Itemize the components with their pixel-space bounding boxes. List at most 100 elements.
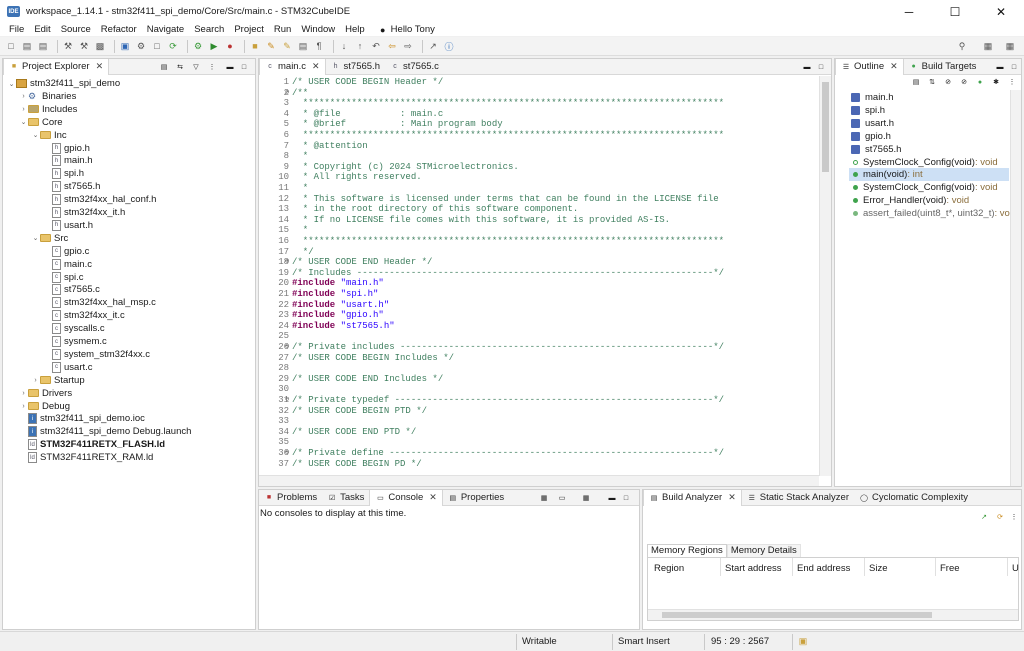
fold-toggle-icon[interactable]: ⊖ <box>285 88 289 97</box>
tree-item[interactable]: ⌄ Src <box>31 232 69 245</box>
tab-memory-details[interactable]: Memory Details <box>726 544 801 557</box>
pilcrow-icon[interactable]: ¶ <box>313 40 325 52</box>
outline-item[interactable]: st7565.h <box>849 143 901 156</box>
outline-scrollbar[interactable] <box>1010 90 1021 486</box>
tab-build-analyzer[interactable]: ▤ Build Analyzer ✕ <box>643 489 742 506</box>
menu-edit[interactable]: Edit <box>29 23 55 36</box>
menu-project[interactable]: Project <box>229 23 269 36</box>
expanded-chevron-icon[interactable]: ⌄ <box>19 118 28 126</box>
col-end-address[interactable]: End address <box>797 563 850 574</box>
collapsed-chevron-icon[interactable]: › <box>19 93 28 100</box>
fold-toggle-icon[interactable]: ⊖ <box>285 448 289 457</box>
hide-static-icon[interactable]: ⊘ <box>959 77 969 87</box>
tree-item[interactable]: h gpio.h <box>43 142 90 155</box>
last-edit-icon[interactable]: ↶ <box>370 40 382 52</box>
tree-item[interactable]: i stm32f411_spi_demo.ioc <box>19 412 145 425</box>
back-icon[interactable]: ⇦ <box>386 40 398 52</box>
tree-item[interactable]: c st7565.c <box>43 283 100 296</box>
tree-item[interactable]: h stm32f4xx_hal_conf.h <box>43 193 156 206</box>
tree-item[interactable]: c system_stm32f4xx.c <box>43 348 150 361</box>
tree-item[interactable]: › ⚙ Binaries <box>19 90 76 103</box>
link-editor-icon[interactable]: ⇆ <box>175 62 185 72</box>
status-insert-mode[interactable]: Smart Insert <box>618 636 670 647</box>
next-annotation-icon[interactable]: ↓ <box>338 40 350 52</box>
export-icon[interactable]: ↗ <box>979 512 989 522</box>
outline-item[interactable]: spi.h <box>849 104 885 117</box>
group-icon[interactable]: ✱ <box>991 77 1001 87</box>
tree-item[interactable]: c sysmem.c <box>43 335 107 348</box>
table-scrollbar[interactable] <box>648 609 1018 620</box>
new-file-icon[interactable]: □ <box>151 40 163 52</box>
tree-item[interactable]: h usart.h <box>43 219 93 232</box>
tree-item[interactable]: c gpio.c <box>43 245 89 258</box>
outline-item[interactable]: usart.h <box>849 117 894 130</box>
menu-search[interactable]: Search <box>189 23 229 36</box>
tree-item[interactable]: ⌄ Inc <box>31 129 67 142</box>
minimize-view-icon[interactable]: ▬ <box>995 62 1005 72</box>
debug-icon[interactable]: ⚙ <box>192 40 204 52</box>
outline-item[interactable]: gpio.h <box>849 130 891 143</box>
fold-toggle-icon[interactable]: ⊖ <box>285 395 289 404</box>
col-start-address[interactable]: Start address <box>725 563 782 574</box>
outline-item[interactable]: main(void) : int <box>849 168 1009 182</box>
tree-item[interactable]: c main.c <box>43 258 92 271</box>
col-used[interactable]: U <box>1012 563 1019 574</box>
tree-item[interactable]: ⌄ Core <box>19 116 63 129</box>
pin-console-icon[interactable]: ▦ <box>539 493 549 503</box>
minimize-view-icon[interactable]: ▬ <box>802 62 812 72</box>
toggle-markers-icon[interactable]: ▤ <box>297 40 309 52</box>
tab-tasks[interactable]: ☑ Tasks <box>322 490 369 506</box>
external-tools-icon[interactable]: ● <box>224 40 236 52</box>
close-button[interactable]: ✕ <box>978 0 1024 23</box>
close-icon[interactable]: ✕ <box>429 492 437 503</box>
collapse-all-icon[interactable]: ▤ <box>159 62 169 72</box>
info-icon[interactable]: ⓘ <box>443 40 455 52</box>
tasks-progress-icon[interactable]: ▣ <box>798 636 808 646</box>
minimize-view-icon[interactable]: ▬ <box>225 62 235 72</box>
maximize-view-icon[interactable]: □ <box>621 493 631 503</box>
outline-item[interactable]: assert_failed(uint8_t*, uint32_t) : void <box>849 207 1017 220</box>
tab-main-c[interactable]: c main.c ✕ <box>259 58 326 75</box>
col-size[interactable]: Size <box>869 563 887 574</box>
tree-item[interactable]: ld STM32F411RETX_FLASH.ld <box>19 438 165 451</box>
scroll-thumb[interactable] <box>822 82 829 172</box>
tab-outline[interactable]: ☰ Outline ✕ <box>835 58 904 75</box>
hide-nonpublic-icon[interactable]: ● <box>975 77 985 87</box>
minimize-button[interactable]: ─ <box>886 0 932 23</box>
fold-toggle-icon[interactable]: ⊖ <box>285 342 289 351</box>
save-icon[interactable]: ▤ <box>21 40 33 52</box>
tree-item[interactable]: h main.h <box>43 154 93 167</box>
open-folder-icon[interactable]: ■ <box>249 40 261 52</box>
tree-item[interactable]: › Startup <box>31 374 84 387</box>
tree-item[interactable]: ⌄ stm32f411_spi_demo <box>7 77 121 90</box>
tree-item[interactable]: c syscalls.c <box>43 322 105 335</box>
outline-item[interactable]: SystemClock_Config(void) : void <box>849 156 998 169</box>
display-console-icon[interactable]: ▭ <box>557 493 567 503</box>
clean-icon[interactable]: ▩ <box>94 40 106 52</box>
menu-refactor[interactable]: Refactor <box>96 23 142 36</box>
maximize-view-icon[interactable]: □ <box>816 62 826 72</box>
open-perspective-icon[interactable]: ↗ <box>427 40 439 52</box>
perspective-debug-icon[interactable]: ▦ <box>1004 40 1016 52</box>
code-gen-icon[interactable]: ⚙ <box>135 40 147 52</box>
tab-problems[interactable]: ■ Problems <box>259 490 322 506</box>
refresh-icon[interactable]: ⟳ <box>167 40 179 52</box>
refresh-icon[interactable]: ⟳ <box>995 512 1005 522</box>
perspective-cpp-icon[interactable]: ▦ <box>982 40 994 52</box>
maximize-button[interactable]: ☐ <box>932 0 978 23</box>
filter-icon[interactable]: ▽ <box>191 62 201 72</box>
outline-item[interactable]: main.h <box>849 91 894 104</box>
editor-vertical-scrollbar[interactable] <box>819 76 831 476</box>
user-menu[interactable]: ● Hello Tony <box>370 24 435 35</box>
tree-item[interactable]: › Drivers <box>19 387 72 400</box>
tree-item[interactable]: h spi.h <box>43 167 84 180</box>
expanded-chevron-icon[interactable]: ⌄ <box>7 80 16 88</box>
outline-item[interactable]: SystemClock_Config(void) : void <box>849 181 998 194</box>
sort-icon[interactable]: ⇅ <box>927 77 937 87</box>
tree-item[interactable]: c stm32f4xx_it.c <box>43 309 125 322</box>
open-console-icon[interactable]: ▦ <box>581 493 591 503</box>
close-icon[interactable]: ✕ <box>728 492 736 503</box>
menu-window[interactable]: Window <box>296 23 340 36</box>
tree-item[interactable]: h st7565.h <box>43 180 100 193</box>
tree-item[interactable]: c usart.c <box>43 361 93 374</box>
